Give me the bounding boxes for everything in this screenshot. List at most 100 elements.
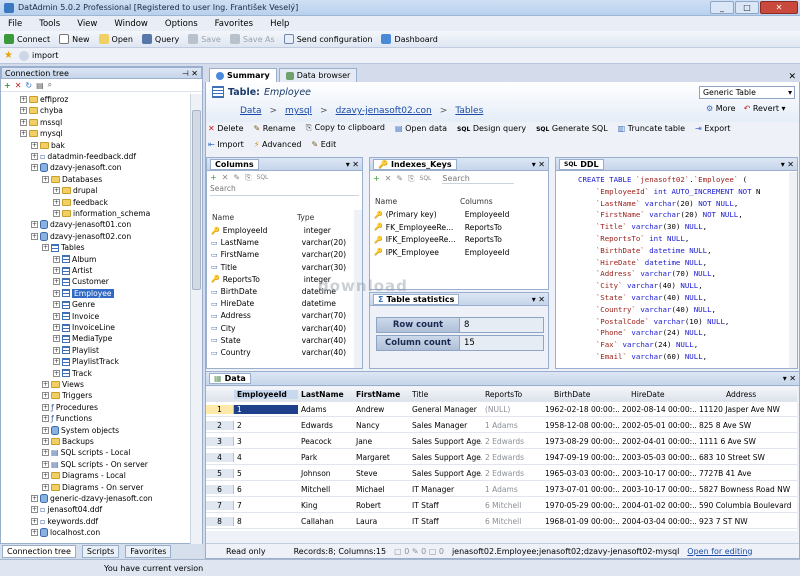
table-cell[interactable]: 2003-10-17 00:00:... xyxy=(619,485,696,494)
table-cell[interactable]: 2003-05-03 00:00:... xyxy=(619,453,696,462)
expand-icon[interactable]: + xyxy=(42,403,49,411)
table-cell[interactable]: 5 xyxy=(234,469,298,478)
expand-icon[interactable]: + xyxy=(53,358,60,366)
table-row[interactable]: 3 3 Peacock Jane Sales Support Age... 2 Edwar… xyxy=(206,434,797,449)
expand-icon[interactable]: + xyxy=(53,198,60,206)
table-cell[interactable]: 8 xyxy=(206,516,234,526)
expand-icon[interactable]: + xyxy=(42,449,49,457)
tree-item[interactable]: + InvoiceLine xyxy=(53,322,115,333)
table-cell[interactable]: 923 7 ST NW xyxy=(696,517,796,526)
breadcrumb-tables[interactable]: Tables xyxy=(455,106,483,116)
tree-item[interactable]: + Invoice xyxy=(53,311,99,322)
table-cell[interactable]: 3 xyxy=(234,437,298,446)
delete-icon[interactable]: ✕ xyxy=(15,81,22,90)
table-cell[interactable]: Sales Support Age... xyxy=(409,437,482,446)
tree-item[interactable]: + dzavy-jenasoft02.con xyxy=(31,231,131,242)
table-cell[interactable]: 1 xyxy=(234,404,298,414)
table-cell[interactable]: 2003-10-17 00:00:... xyxy=(619,469,696,478)
object-type-dropdown[interactable]: Generic Table ▾ xyxy=(699,86,795,99)
table-cell[interactable]: (NULL) xyxy=(482,405,542,414)
expand-icon[interactable]: + xyxy=(20,130,27,138)
tree-item[interactable]: + effiproz xyxy=(20,94,68,105)
header-employeeid[interactable]: EmployeeId xyxy=(234,389,298,399)
table-cell[interactable]: Jane xyxy=(353,437,409,446)
tree-item[interactable]: + mssql xyxy=(20,117,62,128)
panel-menu-icon[interactable]: ▾ ✕ xyxy=(783,374,796,383)
tree-item[interactable]: + feedback xyxy=(53,197,108,208)
table-cell[interactable]: 4 xyxy=(206,452,234,462)
panel-menu-icon[interactable]: ▾ ✕ xyxy=(532,295,545,304)
tree-item[interactable]: + ▤ SQL scripts - Local xyxy=(42,447,130,458)
table-cell[interactable]: 2 xyxy=(206,420,234,430)
favorite-import[interactable]: import xyxy=(18,50,58,61)
header-firstname[interactable]: FirstName xyxy=(353,390,409,399)
table-cell[interactable]: 1958-12-08 00:00:... xyxy=(542,421,619,430)
tree-item[interactable]: + Tables xyxy=(42,242,85,253)
table-cell[interactable]: 8 xyxy=(234,517,298,526)
tree-item[interactable]: + generic-dzavy-jenasoft.con xyxy=(31,493,153,504)
advanced-button[interactable]: ⚡ Advanced xyxy=(254,140,302,149)
column-row[interactable]: ▭ LastName varchar(20) xyxy=(211,238,346,247)
expand-icon[interactable]: + xyxy=(42,415,49,423)
open-data-button[interactable]: ▤ Open data xyxy=(395,124,447,133)
tree-item[interactable]: + Playlist xyxy=(53,345,99,356)
table-cell[interactable]: 1973-07-01 00:00:... xyxy=(542,485,619,494)
table-cell[interactable]: Steve xyxy=(353,469,409,478)
columns-header-name[interactable]: Name xyxy=(212,213,234,222)
rename-button[interactable]: ✎ Rename xyxy=(254,124,296,133)
copy-column-icon[interactable]: ⎘ xyxy=(245,173,251,183)
table-cell[interactable]: 2002-04-01 00:00:... xyxy=(619,437,696,446)
properties-icon[interactable]: ▤ xyxy=(36,81,44,90)
column-row[interactable]: ▭ Address varchar(70) xyxy=(211,311,346,320)
edit-button[interactable]: ✎ Edit xyxy=(312,140,337,149)
table-cell[interactable]: 6 xyxy=(206,484,234,494)
table-cell[interactable]: 1968-01-09 00:00:... xyxy=(542,517,619,526)
sql-icon[interactable]: SQL xyxy=(257,174,269,181)
tree-item[interactable]: + Customer xyxy=(53,276,109,287)
columns-search-input[interactable]: Search xyxy=(210,184,359,196)
table-cell[interactable]: Peacock xyxy=(298,437,353,446)
tab-close-icon[interactable]: ✕ xyxy=(788,72,800,82)
delete-index-icon[interactable]: ✕ xyxy=(385,174,392,183)
column-row[interactable]: 🔑 ReportsTo integer xyxy=(211,275,331,284)
add-column-icon[interactable]: + xyxy=(210,173,217,182)
tree-item[interactable]: + ƒ Procedures xyxy=(42,402,98,413)
open-button[interactable]: Open xyxy=(98,34,133,44)
table-cell[interactable]: IT Staff xyxy=(409,501,482,510)
tree-item[interactable]: + Employee xyxy=(53,288,114,299)
add-index-icon[interactable]: + xyxy=(373,174,380,183)
menu-options[interactable]: Options xyxy=(165,19,198,29)
table-cell[interactable]: 1 Adams xyxy=(482,485,542,494)
pin-icon[interactable]: ⊣ ✕ xyxy=(182,69,198,78)
panel-menu-icon[interactable]: ▾ ✕ xyxy=(346,160,359,169)
expand-icon[interactable]: + xyxy=(20,107,27,115)
expand-icon[interactable]: + xyxy=(53,267,60,274)
ddl-scrollbar[interactable] xyxy=(789,172,797,368)
tab-favorites[interactable]: Favorites xyxy=(125,544,172,558)
open-for-editing-link[interactable]: Open for editing xyxy=(687,547,752,556)
tab-data[interactable]: ▦ Data xyxy=(209,373,251,384)
column-row[interactable]: ▭ Country varchar(40) xyxy=(211,348,346,357)
query-button[interactable]: Query xyxy=(141,34,179,44)
table-cell[interactable]: Andrew xyxy=(353,405,409,414)
expand-icon[interactable]: + xyxy=(42,392,49,400)
tree-item[interactable]: + Diagrams - Local xyxy=(42,470,126,481)
menu-file[interactable]: File xyxy=(8,19,22,29)
tab-data-browser[interactable]: Data browser xyxy=(278,68,358,82)
column-row[interactable]: ▭ Title varchar(30) xyxy=(211,263,346,272)
table-cell[interactable]: Mitchell xyxy=(298,485,353,494)
table-cell[interactable]: General Manager xyxy=(409,405,482,414)
tree-item[interactable]: + dzavy-jenasoft.con xyxy=(31,162,121,173)
tree-item[interactable]: + Album xyxy=(53,254,96,265)
table-cell[interactable]: 6 xyxy=(234,485,298,494)
expand-icon[interactable]: + xyxy=(42,426,49,434)
tree-scrollbar[interactable] xyxy=(190,94,202,544)
expand-icon[interactable]: + xyxy=(42,244,49,252)
expand-icon[interactable]: + xyxy=(20,96,27,103)
expand-icon[interactable]: + xyxy=(31,506,38,514)
table-cell[interactable]: 4 xyxy=(234,453,298,462)
tree-item[interactable]: + dzavy-jenasoft01.con xyxy=(31,219,131,230)
column-row[interactable]: ▭ City varchar(40) xyxy=(211,324,346,333)
menu-help[interactable]: Help xyxy=(270,19,289,29)
table-cell[interactable]: Sales Manager xyxy=(409,421,482,430)
